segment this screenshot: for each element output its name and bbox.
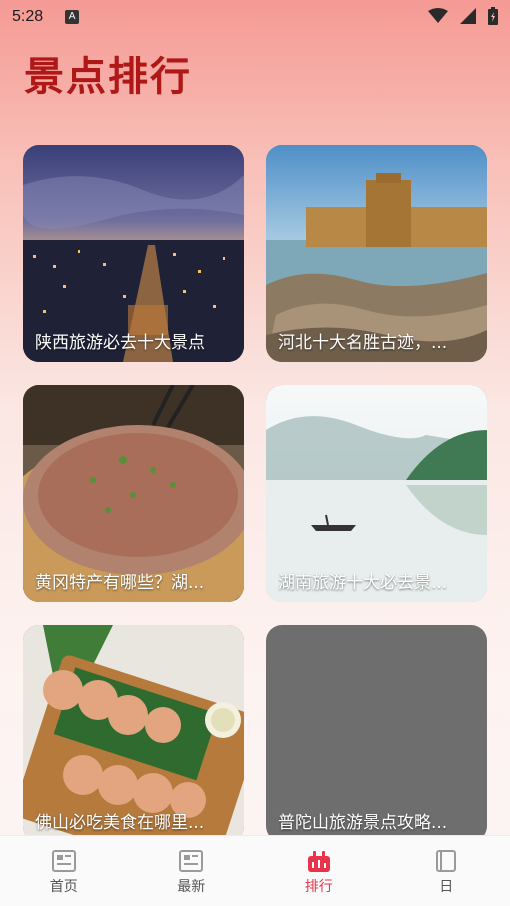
ranking-card-5[interactable]: 佛山必吃美食在哪里... <box>23 625 244 842</box>
nav-item-latest[interactable]: 最新 <box>128 836 256 906</box>
card-caption: 湖南旅游十大必去景... <box>278 573 448 593</box>
nav-label-notes: 日 <box>439 879 454 895</box>
nav-item-home[interactable]: 首页 <box>0 836 128 906</box>
card-caption: 普陀山旅游景点攻略... <box>278 813 448 833</box>
ranking-grid: 陕西旅游必去十大景点 河北十大名胜古迹，... 黄冈特产有哪些？湖... 湖南旅… <box>0 0 510 906</box>
nav-label-home: 首页 <box>49 879 78 895</box>
notebook-icon <box>436 850 457 872</box>
nav-label-ranking: 排行 <box>304 879 333 895</box>
ranking-card-3[interactable]: 黄冈特产有哪些？湖... <box>23 385 244 602</box>
ranking-card-6[interactable]: 普陀山旅游景点攻略... <box>266 625 487 842</box>
nav-label-latest: 最新 <box>177 879 206 895</box>
ranking-card-4[interactable]: 湖南旅游十大必去景... <box>266 385 487 602</box>
card-caption: 陕西旅游必去十大景点 <box>35 333 205 353</box>
news-icon <box>179 850 204 872</box>
nav-item-ranking[interactable]: 排行 <box>255 836 383 906</box>
ranking-card-1[interactable]: 陕西旅游必去十大景点 <box>23 145 244 362</box>
card-caption: 佛山必吃美食在哪里... <box>35 813 205 833</box>
bottom-nav: 首页 最新 排行 日 <box>0 835 510 906</box>
ranking-card-2[interactable]: 河北十大名胜古迹，... <box>266 145 487 362</box>
nav-item-notes[interactable]: 日 <box>383 836 510 906</box>
card-caption: 黄冈特产有哪些？湖... <box>35 573 205 593</box>
card-caption: 河北十大名胜古迹，... <box>278 333 448 353</box>
news-icon <box>51 850 76 872</box>
ranking-icon <box>307 851 330 872</box>
